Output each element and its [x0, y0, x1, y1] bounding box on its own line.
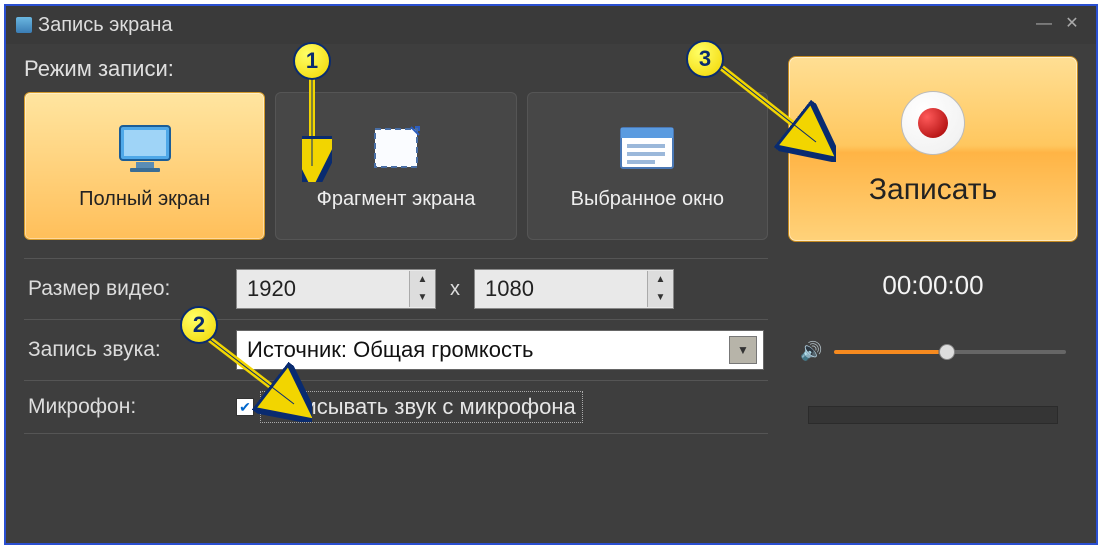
- callout-3: 3: [686, 40, 724, 78]
- chevron-down-icon[interactable]: ▼: [729, 336, 757, 364]
- video-size-row: Размер видео: 1920 ▲ ▼ x 1080 ▲ ▼: [24, 258, 768, 319]
- audio-row: Запись звука: Источник: Общая громкость …: [24, 319, 768, 380]
- mode-window-label: Выбранное окно: [571, 188, 724, 211]
- callout-2: 2: [180, 306, 218, 344]
- height-up-arrow[interactable]: ▲: [648, 271, 673, 289]
- mode-fullscreen-label: Полный экран: [79, 188, 210, 211]
- mic-checkbox[interactable]: ✔: [236, 398, 254, 416]
- crop-icon: [365, 122, 427, 174]
- volume-slider[interactable]: [834, 350, 1066, 354]
- speaker-icon: 🔊: [800, 341, 822, 362]
- mic-level-meter: [808, 406, 1058, 424]
- width-down-arrow[interactable]: ▼: [410, 289, 435, 307]
- monitor-icon: [114, 122, 176, 174]
- record-label: Записать: [869, 173, 997, 207]
- window-icon: [616, 122, 678, 174]
- close-button[interactable]: ✕: [1058, 15, 1086, 35]
- mode-label: Режим записи:: [24, 56, 768, 82]
- audio-source-value: Источник: Общая громкость: [247, 337, 729, 363]
- x-separator: x: [444, 278, 466, 301]
- app-icon: [16, 17, 32, 33]
- mode-fragment-label: Фрагмент экрана: [317, 188, 476, 211]
- mode-fragment-button[interactable]: Фрагмент экрана: [275, 92, 516, 240]
- mode-fullscreen-button[interactable]: Полный экран: [24, 92, 265, 240]
- video-size-label: Размер видео:: [28, 277, 228, 301]
- app-window: Запись экрана — ✕ Режим записи: По: [4, 4, 1098, 545]
- window-title: Запись экрана: [38, 14, 173, 37]
- width-up-arrow[interactable]: ▲: [410, 271, 435, 289]
- height-spinner[interactable]: 1080 ▲ ▼: [474, 269, 674, 309]
- mic-row: Микрофон: ✔ Записывать звук с микрофона: [24, 380, 768, 434]
- height-down-arrow[interactable]: ▼: [648, 289, 673, 307]
- mode-row: Полный экран Фрагмент экрана: [24, 92, 768, 240]
- mic-checkbox-label: Записывать звук с микрофона: [260, 391, 583, 423]
- height-value: 1080: [475, 276, 647, 302]
- mic-label: Микрофон:: [28, 395, 228, 419]
- volume-thumb[interactable]: [939, 344, 955, 360]
- mode-window-button[interactable]: Выбранное окно: [527, 92, 768, 240]
- record-button[interactable]: Записать: [788, 56, 1078, 242]
- timer: 00:00:00: [788, 270, 1078, 301]
- callout-1: 1: [293, 42, 331, 80]
- record-icon: [901, 91, 965, 155]
- audio-source-dropdown[interactable]: Источник: Общая громкость ▼: [236, 330, 764, 370]
- minimize-button[interactable]: —: [1030, 15, 1058, 35]
- width-spinner[interactable]: 1920 ▲ ▼: [236, 269, 436, 309]
- width-value: 1920: [237, 276, 409, 302]
- volume-row: 🔊: [788, 341, 1078, 362]
- titlebar: Запись экрана — ✕: [6, 6, 1096, 44]
